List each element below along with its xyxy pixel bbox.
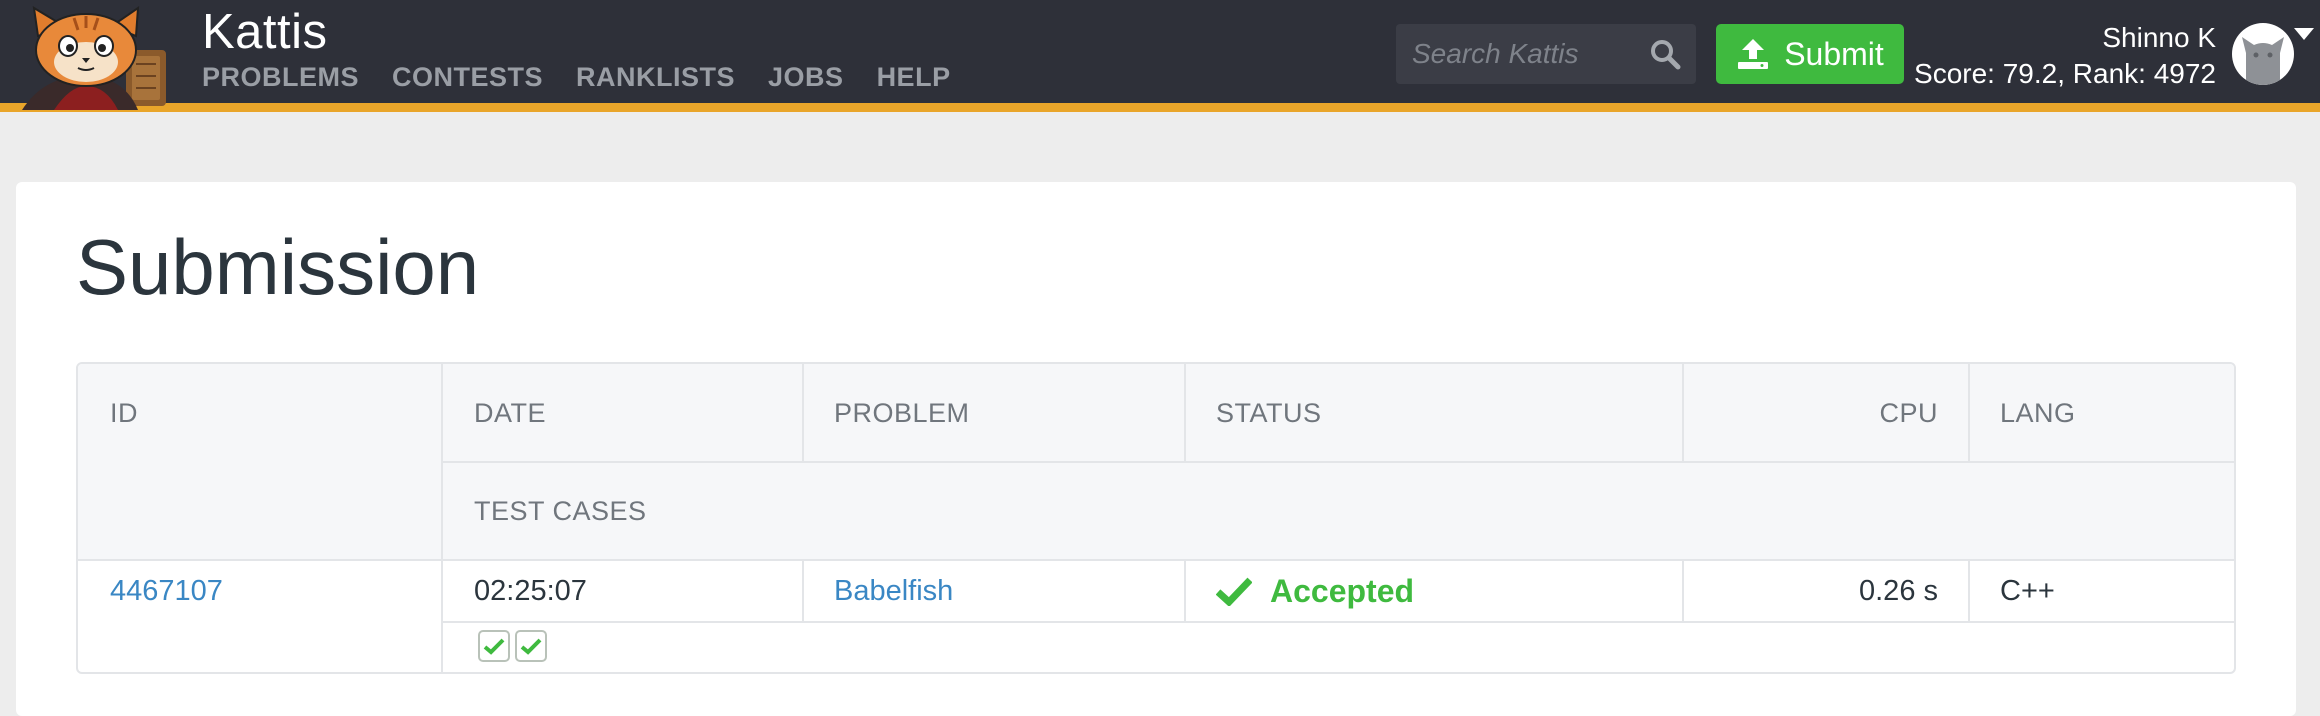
status-text: Accepted xyxy=(1270,572,1415,609)
status-cell: Accepted xyxy=(1216,560,1414,622)
submission-id-cell: 4467107 xyxy=(110,560,223,622)
upload-icon xyxy=(1738,39,1769,69)
search-icon[interactable] xyxy=(1648,37,1682,71)
problem-cell: Babelfish xyxy=(834,560,953,622)
col-divider xyxy=(1184,560,1186,622)
col-divider xyxy=(1968,560,1970,622)
submit-button[interactable]: Submit xyxy=(1716,24,1904,84)
submit-label: Submit xyxy=(1784,35,1884,72)
nav-problems[interactable]: PROBLEMS xyxy=(202,62,359,93)
search-input[interactable] xyxy=(1396,24,1646,84)
top-navbar: Kattis PROBLEMS CONTESTS RANKLISTS JOBS … xyxy=(0,0,2320,112)
main-nav: PROBLEMS CONTESTS RANKLISTS JOBS HELP xyxy=(202,62,951,93)
nav-contests[interactable]: CONTESTS xyxy=(392,62,543,93)
user-score: Score: 79.2, Rank: 4972 xyxy=(1914,58,2216,89)
row-divider xyxy=(441,461,2234,463)
header-lang: LANG xyxy=(2000,397,2076,428)
col-divider xyxy=(1968,364,1970,462)
header-status: STATUS xyxy=(1216,397,1322,428)
caret-down-icon[interactable] xyxy=(2294,28,2314,40)
brand-title[interactable]: Kattis xyxy=(202,4,328,60)
cat-avatar-icon xyxy=(2242,37,2284,85)
user-info[interactable]: Shinno K Score: 79.2, Rank: 4972 xyxy=(1914,20,2216,92)
avatar[interactable] xyxy=(2232,23,2294,85)
submission-date: 02:25:07 xyxy=(474,574,587,607)
col-divider xyxy=(441,364,443,672)
user-name: Shinno K xyxy=(2102,22,2216,53)
language: C++ xyxy=(2000,574,2055,607)
check-icon xyxy=(483,638,505,655)
header-date: DATE xyxy=(474,397,547,428)
problem-link[interactable]: Babelfish xyxy=(834,575,953,608)
cpu-time: 0.26 s xyxy=(1859,574,1938,607)
test-case-passed[interactable] xyxy=(478,630,510,662)
col-divider xyxy=(1184,364,1186,462)
test-case-passed[interactable] xyxy=(515,630,547,662)
col-divider xyxy=(802,364,804,462)
nav-ranklists[interactable]: RANKLISTS xyxy=(576,62,735,93)
check-icon xyxy=(1216,577,1252,606)
header-cpu: CPU xyxy=(1879,397,1938,428)
submission-table: ID DATE PROBLEM STATUS CPU LANG TEST CAS… xyxy=(76,362,2236,674)
header-problem: PROBLEM xyxy=(834,397,970,428)
header-test-cases: TEST CASES xyxy=(474,495,647,526)
submission-id-link[interactable]: 4467107 xyxy=(110,575,223,608)
search-box xyxy=(1396,24,1696,84)
header-id: ID xyxy=(110,397,138,428)
nav-jobs[interactable]: JOBS xyxy=(768,62,844,93)
page-title: Submission xyxy=(76,223,480,311)
col-divider xyxy=(802,560,804,622)
check-icon xyxy=(520,638,542,655)
nav-help[interactable]: HELP xyxy=(877,62,951,93)
kattis-logo[interactable] xyxy=(14,6,182,110)
